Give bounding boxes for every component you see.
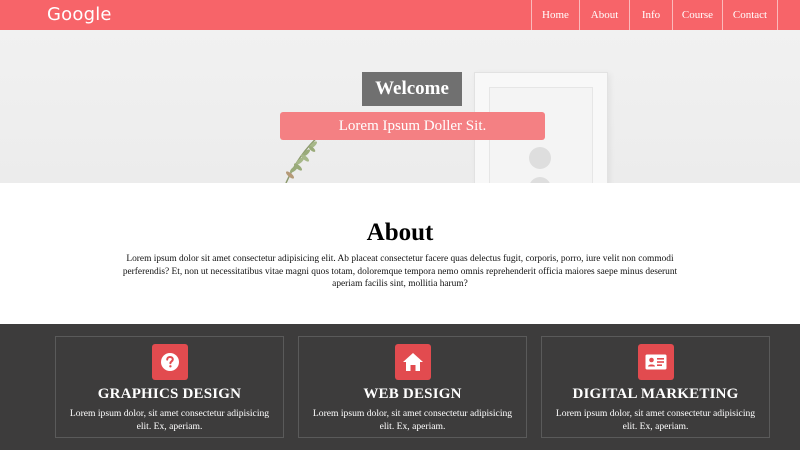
id-card-icon — [638, 344, 674, 380]
hero-heading: Welcome — [362, 72, 462, 106]
service-card-digital-marketing[interactable]: DIGITAL MARKETING Lorem ipsum dolor, sit… — [541, 336, 770, 438]
service-title: DIGITAL MARKETING — [572, 386, 739, 402]
about-text: Lorem ipsum dolor sit amet consectetur a… — [122, 254, 678, 289]
service-text: Lorem ipsum dolor, sit amet consectetur … — [69, 408, 270, 432]
service-title: GRAPHICS DESIGN — [97, 386, 242, 402]
service-text: Lorem ipsum dolor, sit amet consectetur … — [312, 408, 513, 432]
nav-link-about[interactable]: About — [579, 0, 629, 30]
navbar: Google Home About Info Course Contact — [0, 0, 800, 30]
service-title: WEB DESIGN — [363, 386, 462, 402]
site-logo[interactable]: Google — [47, 4, 112, 25]
nav-link-home[interactable]: Home — [531, 0, 579, 30]
nav-link-info[interactable]: Info — [629, 0, 672, 30]
hero-tagline: Lorem Ipsum Doller Sit. — [280, 112, 545, 140]
service-text: Lorem ipsum dolor, sit amet consectetur … — [555, 408, 756, 432]
service-card-graphics-design[interactable]: GRAPHICS DESIGN Lorem ipsum dolor, sit a… — [55, 336, 284, 438]
nav-link-contact[interactable]: Contact — [722, 0, 778, 30]
service-card-web-design[interactable]: WEB DESIGN Lorem ipsum dolor, sit amet c… — [298, 336, 527, 438]
frame-decoration — [529, 147, 551, 169]
nav-link-course[interactable]: Course — [672, 0, 722, 30]
about-title: About — [366, 219, 434, 246]
services-section: GRAPHICS DESIGN Lorem ipsum dolor, sit a… — [0, 324, 800, 450]
nav-links: Home About Info Course Contact — [531, 0, 778, 30]
hero-banner: Welcome Lorem Ipsum Doller Sit. — [0, 30, 800, 183]
home-icon — [395, 344, 431, 380]
question-icon — [152, 344, 188, 380]
about-section: About Lorem ipsum dolor sit amet consect… — [0, 183, 800, 324]
